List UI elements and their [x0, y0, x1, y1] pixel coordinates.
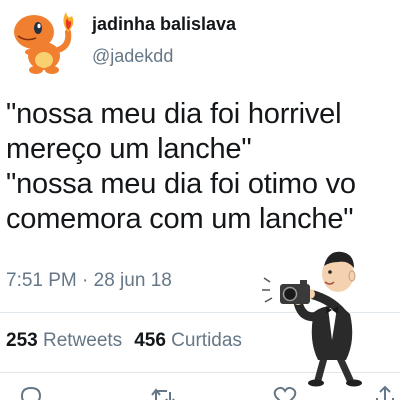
charmander-avatar-icon [14, 12, 74, 74]
tweet-text-line: mereço um lanche" [6, 133, 252, 165]
tweet-header: jadinha balislava @jadekdd [0, 0, 400, 86]
tweet-timestamp[interactable]: 7:51 PM · 28 jun 18 [6, 270, 172, 292]
retweets-label[interactable]: Retweets [43, 330, 122, 351]
tweet-text-line: comemora com um lanche" [6, 203, 354, 235]
display-name[interactable]: jadinha balislava [92, 14, 236, 35]
reply-icon[interactable] [18, 384, 44, 400]
likes-count[interactable]: 456 [134, 330, 166, 351]
photographer-cartoon-icon [262, 251, 362, 387]
retweets-count[interactable]: 253 [6, 330, 38, 351]
tweet-text-line: "nossa meu dia foi otimo vo [6, 168, 356, 200]
tweet-text: "nossa meu dia foi horrivel mereço um la… [6, 97, 400, 237]
tweet-text-line: "nossa meu dia foi horrivel [6, 98, 342, 130]
tweet-stats: 253 Retweets 456 Curtidas [6, 330, 242, 352]
photographer-cartoon [262, 240, 400, 390]
avatar[interactable] [6, 6, 80, 76]
retweet-icon[interactable] [150, 384, 176, 400]
username[interactable]: @jadekdd [92, 46, 173, 67]
likes-label[interactable]: Curtidas [171, 330, 242, 351]
